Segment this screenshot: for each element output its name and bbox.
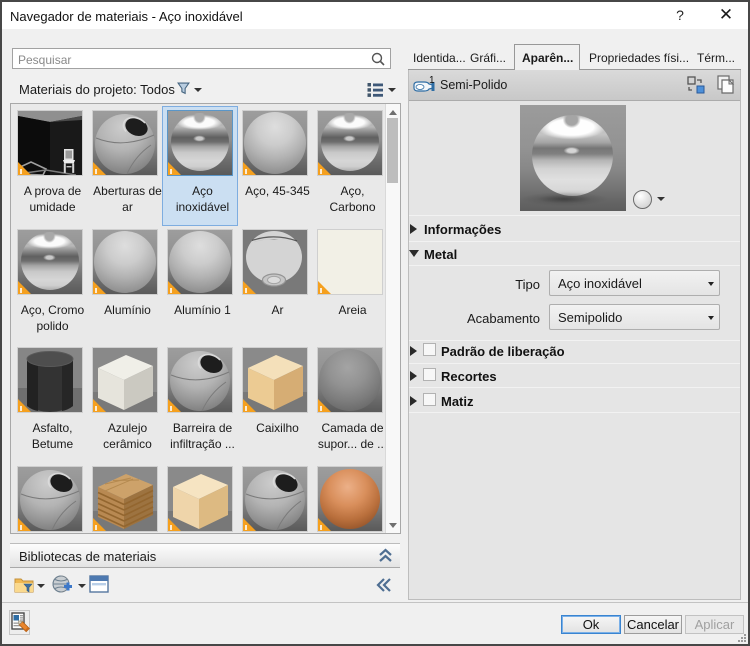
svg-text:1: 1: [429, 76, 435, 86]
